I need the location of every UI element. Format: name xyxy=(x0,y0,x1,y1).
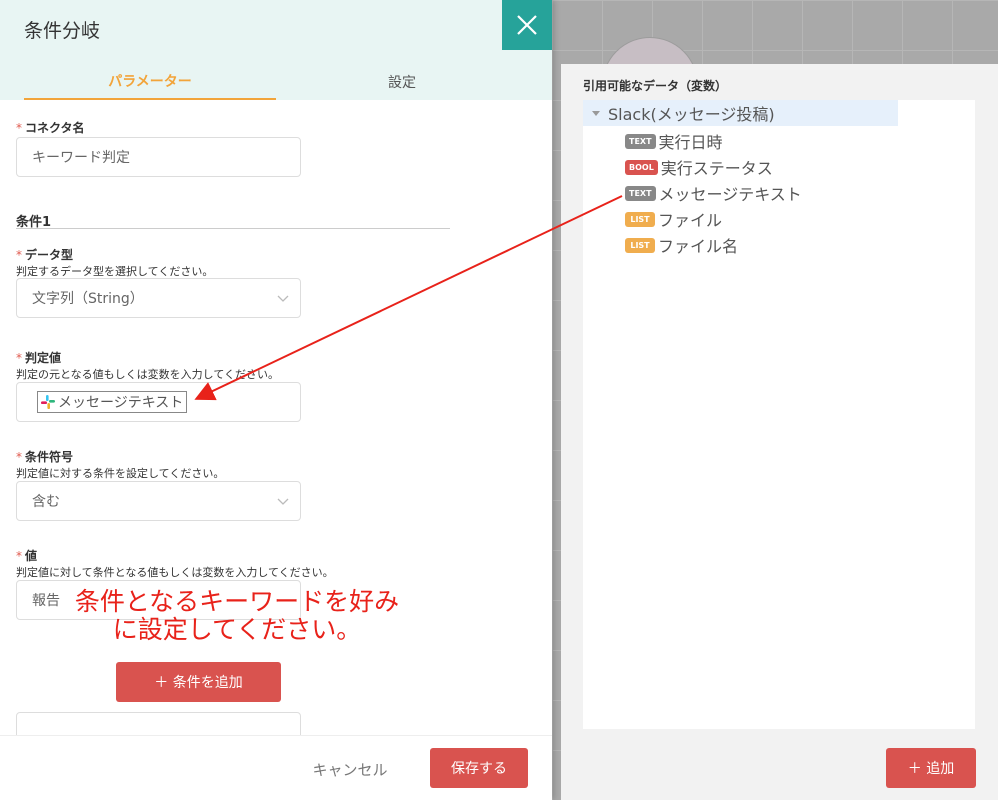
parameter-form: * コネクタ名 キーワード判定 条件1 * データ型 判定するデータ型を選択してくだ… xyxy=(0,100,552,735)
value-label: * 値 xyxy=(16,549,38,563)
close-icon xyxy=(517,15,537,35)
operator-label: * 条件符号 xyxy=(16,450,74,464)
tree-item-label: ファイル xyxy=(658,211,723,230)
add-condition-button[interactable]: ＋ 条件を追加 xyxy=(116,662,281,702)
variables-panel: 引用可能なデータ（変数） Slack(メッセージ投稿) TEXT 実行日時 BO… xyxy=(561,64,998,800)
annotation-line-1: 条件となるキーワードを好み xyxy=(74,587,400,616)
tree-item-exec-status[interactable]: BOOL 実行ステータス xyxy=(625,156,773,178)
tree-item-file[interactable]: LIST ファイル xyxy=(625,208,722,230)
data-type-help: 判定するデータ型を選択してください。 xyxy=(16,265,214,278)
tree-item-file-name[interactable]: LIST ファイル名 xyxy=(625,234,738,256)
add-variable-button[interactable]: ＋ 追加 xyxy=(886,748,976,788)
save-button[interactable]: 保存する xyxy=(430,748,528,788)
app-root: 引用可能なデータ（変数） Slack(メッセージ投稿) TEXT 実行日時 BO… xyxy=(0,0,998,800)
judge-value-label: * 判定値 xyxy=(16,351,62,365)
tab-parameters[interactable]: パラメーター xyxy=(24,64,276,100)
tree-item-label: ファイル名 xyxy=(658,237,739,256)
value-help: 判定値に対して条件となる値もしくは変数を入力してください。 xyxy=(16,566,334,579)
tree-root-slack[interactable]: Slack(メッセージ投稿) xyxy=(583,100,898,126)
chevron-down-icon xyxy=(277,295,289,302)
operator-select[interactable]: 含む xyxy=(16,481,301,521)
required-mark: * xyxy=(16,549,22,563)
condition-drawer: 条件分岐 パラメーター 設定 * コネクタ名 キーワード判定 条件1 * データ型 … xyxy=(0,0,552,800)
next-field-box[interactable] xyxy=(16,712,301,735)
required-mark: * xyxy=(16,450,22,464)
close-button[interactable] xyxy=(502,0,552,50)
required-mark: * xyxy=(16,121,22,135)
connector-name-input[interactable]: キーワード判定 xyxy=(16,137,301,177)
drawer-title: 条件分岐 xyxy=(24,20,101,42)
chevron-down-icon xyxy=(277,498,289,505)
caret-down-icon[interactable] xyxy=(592,110,600,116)
annotation-note: 条件となるキーワードを好み に設定してください。 xyxy=(72,588,402,644)
tree-item-label: 実行ステータス xyxy=(660,159,773,178)
required-mark: * xyxy=(16,351,22,365)
tab-settings[interactable]: 設定 xyxy=(276,64,528,100)
list-type-badge: LIST xyxy=(625,211,655,227)
variables-title: 引用可能なデータ（変数） xyxy=(583,79,728,93)
condition-section-heading: 条件1 xyxy=(16,211,450,230)
list-type-badge: LIST xyxy=(625,237,655,253)
tree-item-label: 実行日時 xyxy=(658,133,723,152)
tree-root-label: Slack(メッセージ投稿) xyxy=(608,105,775,124)
judge-value-input[interactable]: メッセージテキスト xyxy=(16,382,301,422)
slack-icon xyxy=(41,395,55,409)
drawer-header: 条件分岐 パラメーター 設定 xyxy=(0,0,552,100)
annotation-line-2: に設定してください。 xyxy=(112,615,362,644)
drawer-footer: キャンセル 保存する xyxy=(0,735,552,800)
connector-name-label: * コネクタ名 xyxy=(16,121,85,135)
operator-help: 判定値に対する条件を設定してください。 xyxy=(16,467,225,480)
text-type-badge: TEXT xyxy=(625,185,656,201)
tree-item-message-text[interactable]: TEXT メッセージテキスト xyxy=(625,182,802,204)
bool-type-badge: BOOL xyxy=(625,159,658,175)
tree-item-label: メッセージテキスト xyxy=(658,185,802,204)
variables-tree: Slack(メッセージ投稿) TEXT 実行日時 BOOL 実行ステータス TE… xyxy=(583,100,975,729)
variable-chip[interactable]: メッセージテキスト xyxy=(37,391,188,413)
judge-value-help: 判定の元となる値もしくは変数を入力してください。 xyxy=(16,368,280,381)
data-type-label: * データ型 xyxy=(16,248,74,262)
cancel-button[interactable]: キャンセル xyxy=(300,749,400,789)
tree-item-exec-datetime[interactable]: TEXT 実行日時 xyxy=(625,130,723,152)
text-type-badge: TEXT xyxy=(625,133,656,149)
required-mark: * xyxy=(16,248,22,262)
data-type-select[interactable]: 文字列（String） xyxy=(16,278,301,318)
